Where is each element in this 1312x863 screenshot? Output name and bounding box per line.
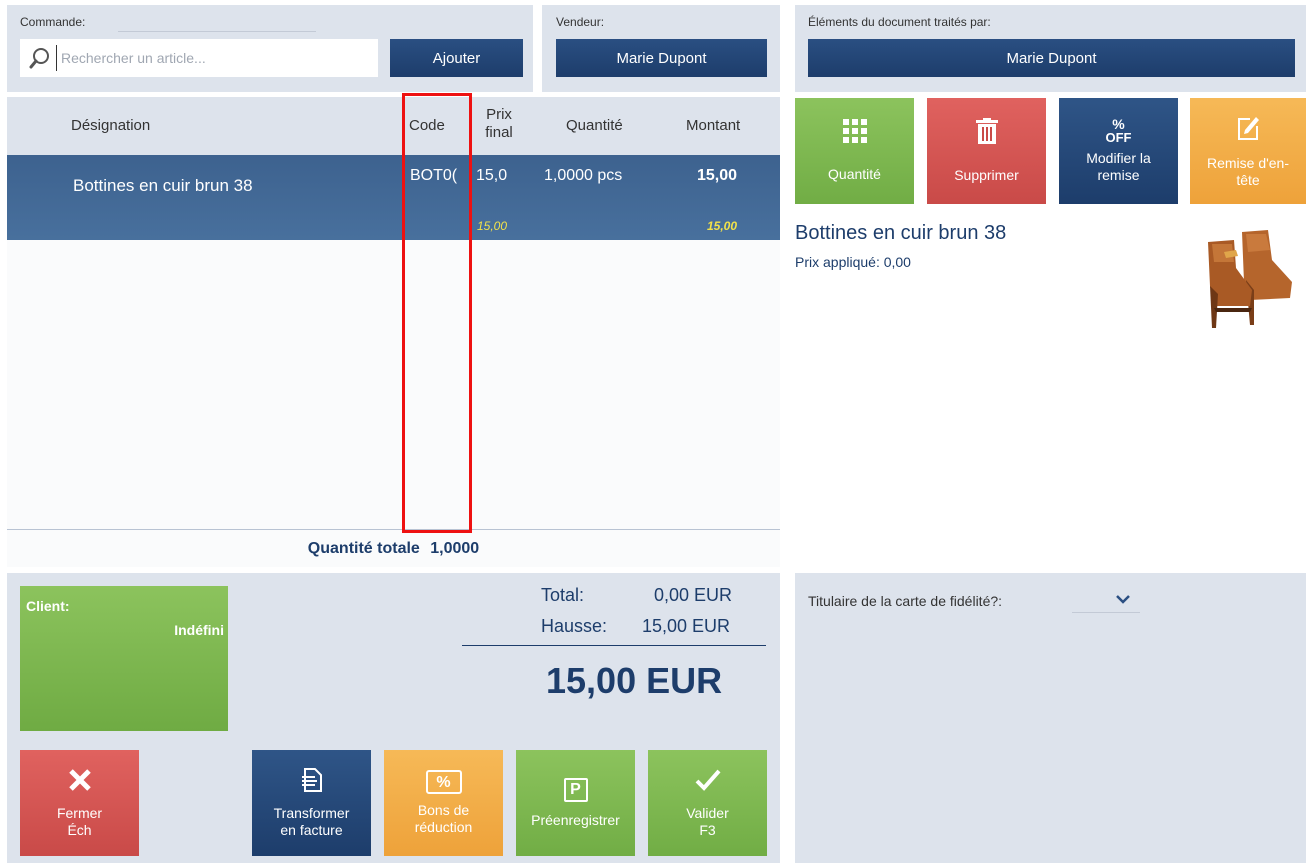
add-button[interactable]: Ajouter xyxy=(390,39,523,77)
total-quantity: Quantité totale 1,0000 xyxy=(7,540,780,558)
validate-line1: Valider xyxy=(686,804,729,821)
search-box[interactable] xyxy=(20,39,378,77)
grand-total: 15,00 EUR xyxy=(546,660,723,701)
search-input[interactable] xyxy=(56,45,356,71)
loyalty-dropdown[interactable] xyxy=(1072,589,1140,613)
row-sub-price: 15,00 xyxy=(477,219,508,233)
col-quantity[interactable]: Quantité xyxy=(566,117,623,135)
discount-percent-off-icon: % OFF xyxy=(1105,117,1132,145)
validate-button[interactable]: Valider F3 xyxy=(648,750,767,856)
col-amount[interactable]: Montant xyxy=(686,117,740,135)
grid-header: Désignation Code Prix final Quantité Mon… xyxy=(7,97,780,155)
client-value: Indéfini xyxy=(174,622,224,638)
table-row[interactable]: Bottines en cuir brun 38 BOT0( 15,0 1,00… xyxy=(7,155,780,240)
close-exchange-button[interactable]: Fermer Éch xyxy=(20,750,139,856)
row-sub-amount: 15,00 xyxy=(707,219,738,233)
vouchers-line2: réduction xyxy=(414,819,473,835)
row-price: 15,0 xyxy=(476,167,508,184)
edit-discount-button[interactable]: % OFF Modifier la remise xyxy=(1059,98,1178,204)
validate-line2: F3 xyxy=(699,821,716,838)
surcharge-value: 15,00 EUR xyxy=(642,616,731,636)
col-price-line1: Prix xyxy=(486,106,512,123)
client-tile[interactable]: Client: Indéfini xyxy=(20,586,228,731)
col-designation[interactable]: Désignation xyxy=(71,117,150,135)
items-grid: Désignation Code Prix final Quantité Mon… xyxy=(7,97,780,567)
delete-button[interactable]: Supprimer xyxy=(927,98,1046,204)
quantity-button[interactable]: Quantité xyxy=(795,98,914,204)
total-label: Total: xyxy=(541,585,585,605)
row-quantity: 1,0000 pcs xyxy=(544,167,623,184)
preregister-label: Préenregistrer xyxy=(531,811,620,828)
order-underline xyxy=(118,31,316,32)
delete-button-label: Supprimer xyxy=(954,167,1019,183)
close-exchange-line2: Éch xyxy=(67,821,92,838)
preregister-button[interactable]: P Préenregistrer xyxy=(516,750,635,856)
search-icon xyxy=(20,45,56,71)
header-discount-line1: Remise d'en- xyxy=(1206,154,1290,171)
parking-icon-text: P xyxy=(570,781,581,798)
order-label: Commande: xyxy=(20,15,86,29)
client-label: Client: xyxy=(26,598,70,614)
loyalty-panel xyxy=(795,573,1306,863)
grid-icon xyxy=(842,119,867,148)
seller-label: Vendeur: xyxy=(556,15,605,29)
chevron-down-icon xyxy=(1116,591,1130,609)
quantity-button-label: Quantité xyxy=(828,166,881,182)
edit-document-icon xyxy=(1236,114,1260,145)
close-icon xyxy=(68,768,92,797)
header-discount-button[interactable]: Remise d'en- tête xyxy=(1190,98,1306,204)
col-price-line2: final xyxy=(485,124,513,141)
seller-button[interactable]: Marie Dupont xyxy=(556,39,767,77)
edit-discount-line1: Modifier la xyxy=(1086,150,1151,166)
edit-discount-line2: remise xyxy=(1097,167,1140,183)
voucher-icon-text: % xyxy=(436,773,451,791)
row-amount: 15,00 xyxy=(697,167,738,184)
grid-divider xyxy=(7,529,780,530)
totals-divider xyxy=(462,645,766,646)
processed-by-button[interactable]: Marie Dupont xyxy=(808,39,1295,77)
total-quantity-value: 1,0000 xyxy=(430,540,480,557)
vouchers-button[interactable]: % Bons de réduction xyxy=(384,750,503,856)
discount-icon-off: OFF xyxy=(1105,130,1132,145)
surcharge-label: Hausse: xyxy=(541,616,608,636)
total-quantity-label: Quantité totale xyxy=(307,540,420,557)
code-column-highlight xyxy=(402,93,472,533)
header-discount-line2: tête xyxy=(1236,171,1260,188)
product-name: Bottines en cuir brun 38 xyxy=(795,222,1007,244)
product-applied-price: Prix appliqué: 0,00 xyxy=(795,254,911,270)
convert-invoice-button[interactable]: Transformer en facture xyxy=(252,750,371,856)
row-designation: Bottines en cuir brun 38 xyxy=(73,176,253,195)
convert-invoice-line1: Transformer xyxy=(273,804,350,821)
convert-invoice-line2: en facture xyxy=(280,821,343,838)
close-exchange-line1: Fermer xyxy=(56,804,103,821)
total-value: 0,00 EUR xyxy=(654,585,733,605)
voucher-icon: % xyxy=(425,770,462,794)
vouchers-line1: Bons de xyxy=(417,802,470,818)
parking-icon: P xyxy=(563,777,588,802)
processed-by-label: Éléments du document traités par: xyxy=(808,15,991,29)
col-price[interactable]: Prix final xyxy=(479,106,519,142)
loyalty-label: Titulaire de la carte de fidélité?: xyxy=(808,593,1003,609)
checkmark-icon xyxy=(695,768,721,797)
trash-icon xyxy=(975,118,998,149)
product-image xyxy=(1180,220,1300,330)
invoice-icon xyxy=(301,767,323,797)
